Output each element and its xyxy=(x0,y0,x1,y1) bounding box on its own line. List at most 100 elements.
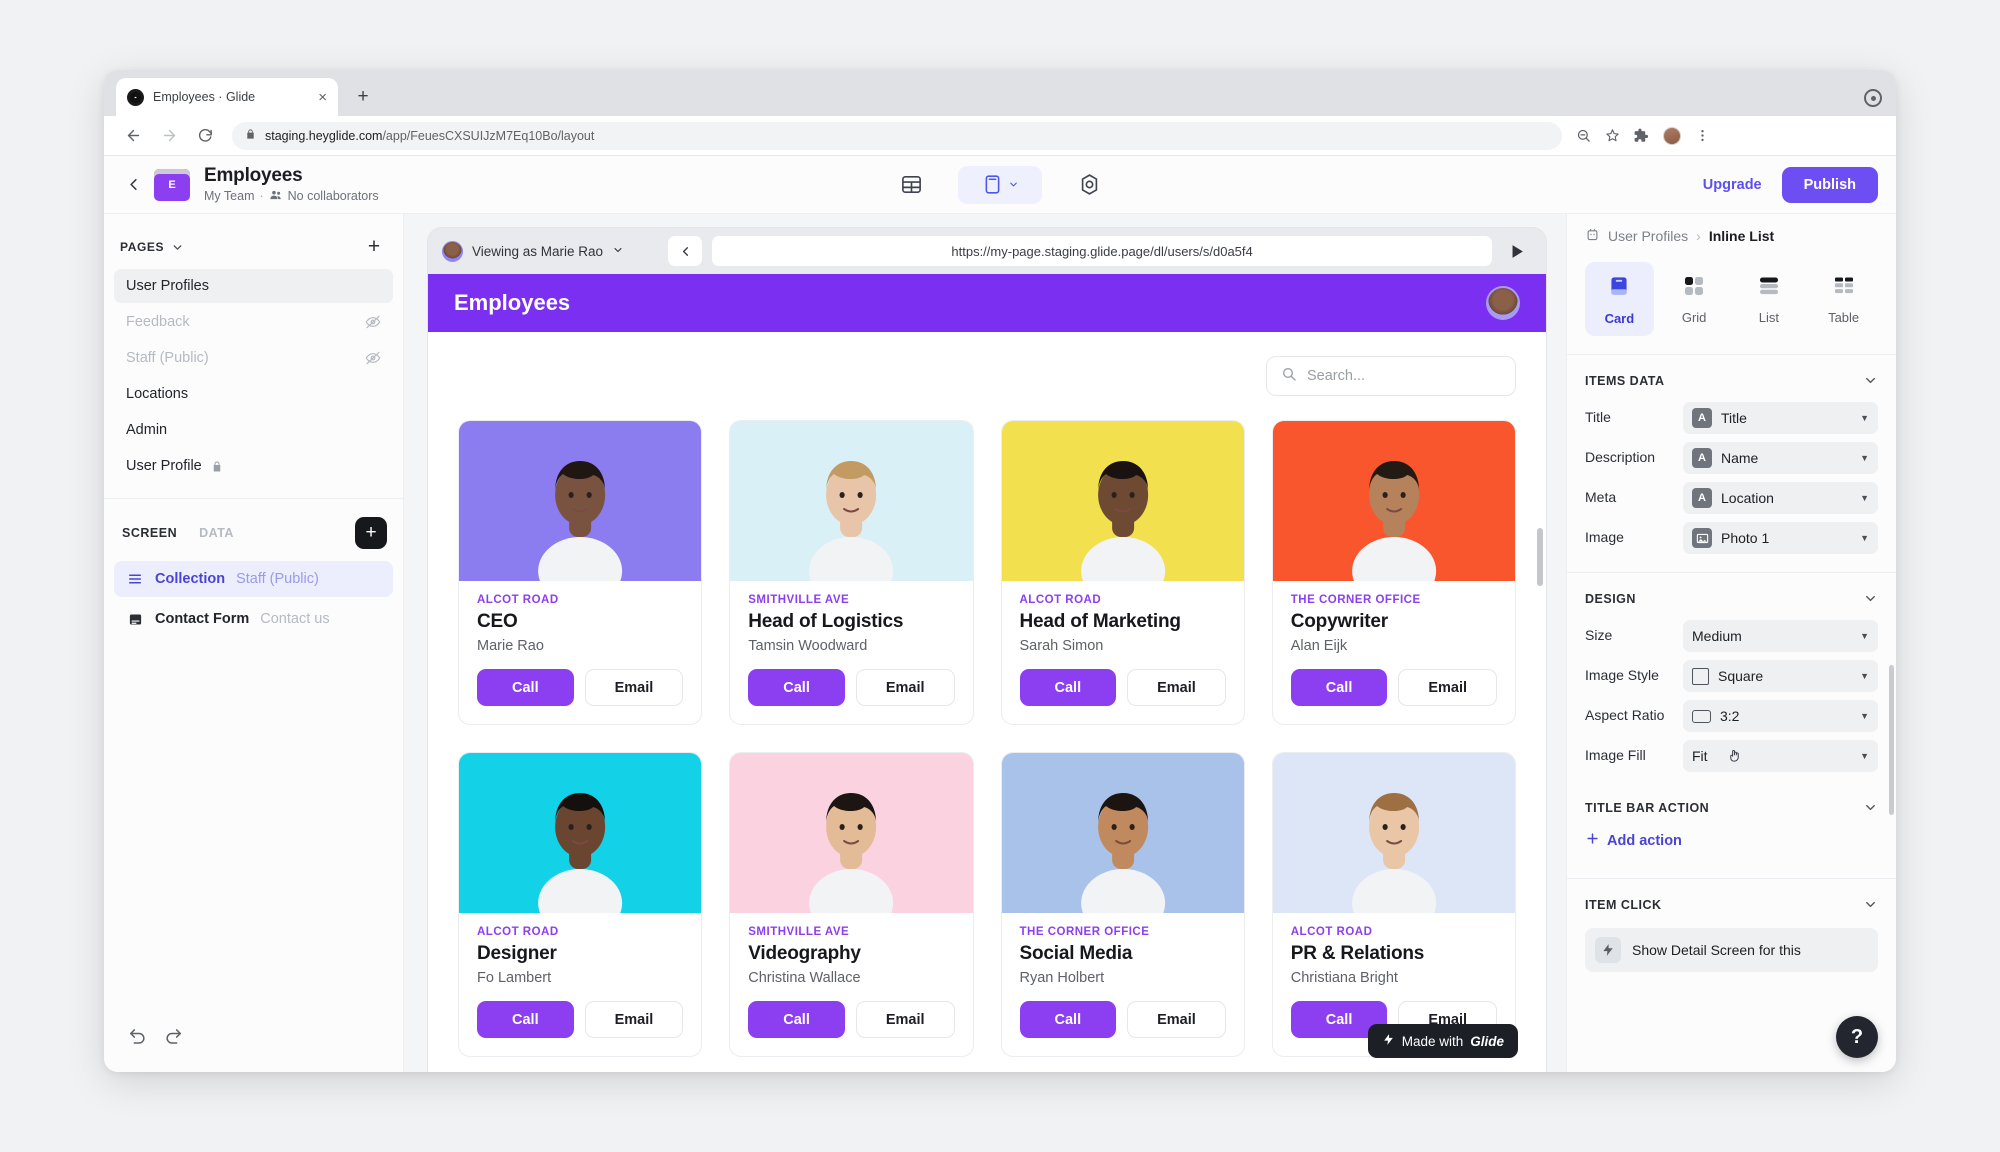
url-bar[interactable]: staging.heyglide.com/app/FeuesCXSUIJzM7E… xyxy=(232,121,1562,150)
layout-tab-grid[interactable]: Grid xyxy=(1660,262,1729,336)
add-component-button[interactable]: + xyxy=(355,517,387,549)
tab-screen[interactable]: SCREEN xyxy=(122,526,177,540)
preview-url[interactable]: https://my-page.staging.glide.page/dl/us… xyxy=(712,236,1493,266)
email-button[interactable]: Email xyxy=(1127,1001,1226,1038)
eye-off-icon[interactable] xyxy=(365,314,381,330)
add-page-button[interactable]: + xyxy=(361,234,387,260)
chevron-down-icon[interactable] xyxy=(1863,800,1878,815)
chevron-down-icon[interactable] xyxy=(1863,897,1878,912)
sidebar-item-admin[interactable]: Admin xyxy=(114,413,393,447)
sidebar-item-locations[interactable]: Locations xyxy=(114,377,393,411)
zoom-icon[interactable] xyxy=(1576,128,1591,143)
email-button[interactable]: Email xyxy=(584,1001,684,1038)
card-item[interactable]: ALCOT ROAD PR & Relations Christiana Bri… xyxy=(1271,752,1516,1057)
chevron-down-icon[interactable] xyxy=(1863,591,1878,606)
new-tab-button[interactable]: + xyxy=(350,84,376,110)
email-button[interactable]: Email xyxy=(855,669,955,706)
page-label: User Profile xyxy=(126,458,202,474)
forward-icon xyxy=(154,121,184,151)
card-item[interactable]: THE CORNER OFFICE Copywriter Alan Eijk C… xyxy=(1271,420,1516,725)
eye-off-icon[interactable] xyxy=(365,350,381,366)
layout-tab-card[interactable]: Card xyxy=(1585,262,1654,336)
play-icon[interactable] xyxy=(1507,242,1532,261)
profile-avatar[interactable] xyxy=(1663,126,1681,145)
add-action-button[interactable]: Add action xyxy=(1567,825,1896,864)
search-input[interactable]: Search... xyxy=(1266,356,1516,396)
component-item-collection[interactable]: Collection Staff (Public) xyxy=(114,561,393,597)
call-button[interactable]: Call xyxy=(1290,669,1388,706)
call-button[interactable]: Call xyxy=(477,1001,574,1038)
avatar xyxy=(442,240,463,262)
field-select[interactable]: A Title ▼ xyxy=(1683,402,1878,434)
browser-menu-icon[interactable] xyxy=(1695,128,1710,143)
card-item[interactable]: ALCOT ROAD Head of Marketing Sarah Simon… xyxy=(1000,420,1245,725)
component-item-contact-form[interactable]: Contact Form Contact us xyxy=(114,601,393,637)
browser-tab[interactable]: Employees · Glide × xyxy=(116,78,338,116)
data-editor-button[interactable] xyxy=(888,166,934,204)
component-label: Collection xyxy=(155,571,226,587)
chevron-down-icon[interactable] xyxy=(171,241,184,254)
call-button[interactable]: Call xyxy=(477,669,574,706)
sidebar-item-staff-public[interactable]: Staff (Public) xyxy=(114,341,393,375)
card-item[interactable]: ALCOT ROAD CEO Marie Rao Call Email xyxy=(458,420,703,725)
chevron-down-icon: ▼ xyxy=(1860,711,1869,721)
square-icon xyxy=(1692,667,1709,685)
field-select[interactable]: A Location ▼ xyxy=(1683,482,1878,514)
help-button[interactable]: ? xyxy=(1836,1016,1878,1058)
url-text: staging.heyglide.com/app/FeuesCXSUIJzM7E… xyxy=(265,129,594,143)
preview-user-avatar[interactable] xyxy=(1486,286,1520,320)
layout-tab-table[interactable]: Table xyxy=(1809,262,1878,336)
card-image xyxy=(1272,753,1515,937)
made-with-glide-badge[interactable]: Made with Glide xyxy=(1367,1024,1518,1058)
call-button[interactable]: Call xyxy=(748,669,845,706)
email-button[interactable]: Email xyxy=(1398,669,1497,706)
field-select[interactable]: Square ▼ xyxy=(1683,660,1878,692)
field-select[interactable]: Photo 1 ▼ xyxy=(1683,522,1878,554)
upgrade-link[interactable]: Upgrade xyxy=(1703,177,1762,193)
inspector-scrollbar[interactable] xyxy=(1889,665,1894,815)
publish-button[interactable]: Publish xyxy=(1781,166,1878,203)
card-item[interactable]: SMITHVILLE AVE Videography Christina Wal… xyxy=(729,752,974,1057)
viewing-as-selector[interactable]: Viewing as Marie Rao xyxy=(442,240,624,262)
reload-icon[interactable] xyxy=(190,121,220,151)
close-icon[interactable]: × xyxy=(318,90,327,105)
record-indicator-icon xyxy=(1864,89,1882,107)
sidebar-item-user-profile[interactable]: User Profile xyxy=(114,449,393,483)
card-item[interactable]: THE CORNER OFFICE Social Media Ryan Holb… xyxy=(1000,752,1245,1057)
layout-tab-list[interactable]: List xyxy=(1735,262,1804,336)
settings-gear-button[interactable] xyxy=(1066,166,1112,204)
card-item[interactable]: ALCOT ROAD Designer Fo Lambert Call Emai… xyxy=(458,752,703,1057)
extensions-icon[interactable] xyxy=(1634,128,1649,143)
field-select[interactable]: A Name ▼ xyxy=(1683,442,1878,474)
call-button[interactable]: Call xyxy=(748,1001,845,1038)
item-click-action[interactable]: Show Detail Screen for this xyxy=(1585,928,1878,972)
chevron-down-icon[interactable] xyxy=(1863,373,1878,388)
breadcrumb-parent[interactable]: User Profiles xyxy=(1608,228,1688,244)
undo-icon[interactable] xyxy=(122,1020,152,1050)
field-select[interactable]: Medium ▼ xyxy=(1683,620,1878,652)
field-select[interactable]: 3:2 ▼ xyxy=(1683,700,1878,732)
call-button[interactable]: Call xyxy=(1019,669,1117,706)
field-description: Description A Name ▼ xyxy=(1567,438,1896,478)
tab-data[interactable]: DATA xyxy=(199,526,234,540)
bookmark-star-icon[interactable] xyxy=(1605,128,1620,143)
layout-editor-button[interactable] xyxy=(958,165,1042,204)
call-button[interactable]: Call xyxy=(1019,1001,1117,1038)
email-button[interactable]: Email xyxy=(584,669,684,706)
preview-scrollbar[interactable] xyxy=(1537,528,1543,586)
chevron-down-icon: ▼ xyxy=(1860,671,1869,681)
browser-tab-title: Employees · Glide xyxy=(153,90,256,104)
layout-style-tabs: Card Grid List Table xyxy=(1567,258,1896,355)
redo-icon[interactable] xyxy=(158,1020,188,1050)
card-actions: Call Email xyxy=(748,1001,955,1038)
preview-back-button[interactable] xyxy=(668,236,703,266)
card-item[interactable]: SMITHVILLE AVE Head of Logistics Tamsin … xyxy=(729,420,974,725)
back-icon[interactable] xyxy=(118,121,148,151)
email-button[interactable]: Email xyxy=(1127,669,1226,706)
field-select[interactable]: Fit ▼ xyxy=(1683,740,1878,772)
sidebar-item-user-profiles[interactable]: User Profiles xyxy=(114,269,393,303)
layout-tab-label: Card xyxy=(1604,310,1635,326)
app-back-icon[interactable] xyxy=(118,170,148,200)
sidebar-item-feedback[interactable]: Feedback xyxy=(114,305,393,339)
email-button[interactable]: Email xyxy=(855,1001,955,1038)
